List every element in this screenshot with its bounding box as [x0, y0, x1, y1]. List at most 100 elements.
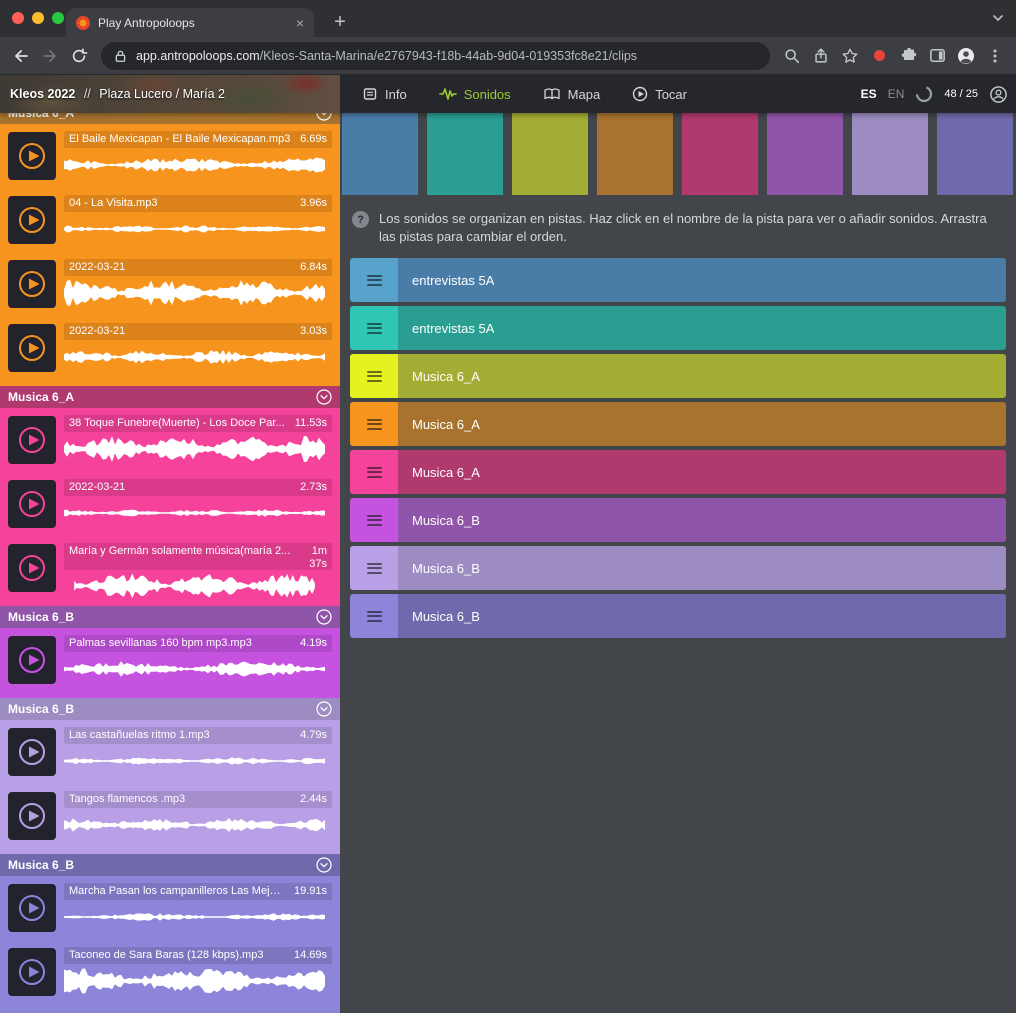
track-section-label[interactable]: Musica 6_A — [8, 113, 74, 120]
recording-indicator-icon[interactable] — [868, 45, 890, 67]
clip-play-button[interactable] — [8, 636, 56, 684]
section-collapse-chevron-icon[interactable] — [316, 857, 332, 873]
track-name[interactable]: Musica 6_B — [412, 561, 480, 576]
track-name[interactable]: Musica 6_A — [412, 417, 480, 432]
track-section-label[interactable]: Musica 6_B — [8, 610, 74, 624]
clip-play-button[interactable] — [8, 792, 56, 840]
share-icon[interactable] — [810, 45, 832, 67]
track-section-header[interactable]: Musica 6_A — [0, 386, 340, 408]
breadcrumb[interactable]: Kleos 2022 // Plaza Lucero / María 2 — [0, 75, 340, 113]
track-color-swatch[interactable] — [512, 113, 588, 195]
clip-row[interactable]: Las castañuelas ritmo 1.mp34.79s — [0, 720, 340, 784]
clip-play-button[interactable] — [8, 544, 56, 592]
track-row[interactable]: Musica 6_A — [350, 450, 1006, 494]
clip-row[interactable]: 2022-03-213.03s — [0, 316, 340, 380]
track-bar[interactable]: entrevistas 5A — [398, 258, 1006, 302]
close-window-button[interactable] — [12, 12, 24, 24]
section-collapse-chevron-icon[interactable] — [316, 113, 332, 121]
track-section-header[interactable]: Musica 6_B — [0, 854, 340, 876]
track-drag-handle[interactable] — [350, 402, 398, 446]
track-row[interactable]: Musica 6_A — [350, 354, 1006, 398]
track-color-swatch[interactable] — [937, 113, 1013, 195]
tab-info[interactable]: Info — [362, 86, 407, 102]
reload-icon[interactable] — [68, 45, 90, 67]
tab-mapa[interactable]: Mapa — [543, 87, 601, 102]
clip-row[interactable]: El Baile Mexicapan - El Baile Mexicapan.… — [0, 124, 340, 188]
track-drag-handle[interactable] — [350, 258, 398, 302]
track-color-swatch[interactable] — [597, 113, 673, 195]
track-section-label[interactable]: Musica 6_B — [8, 702, 74, 716]
clip-play-button[interactable] — [8, 948, 56, 996]
track-section-header[interactable]: Musica 6_B — [0, 606, 340, 628]
track-bar[interactable]: Musica 6_A — [398, 402, 1006, 446]
back-icon[interactable] — [10, 45, 32, 67]
track-bar[interactable]: entrevistas 5A — [398, 306, 1006, 350]
track-drag-handle[interactable] — [350, 594, 398, 638]
track-drag-handle[interactable] — [350, 306, 398, 350]
clip-play-button[interactable] — [8, 260, 56, 308]
user-account-icon[interactable] — [989, 85, 1008, 104]
track-section-header[interactable]: Musica 6_A — [0, 113, 340, 124]
clip-row[interactable]: María y Germán solamente música(maría 2.… — [0, 536, 340, 600]
track-name[interactable]: Musica 6_A — [412, 465, 480, 480]
track-drag-handle[interactable] — [350, 450, 398, 494]
clip-play-button[interactable] — [8, 728, 56, 776]
track-color-swatch[interactable] — [767, 113, 843, 195]
clip-row[interactable]: 38 Toque Funebre(Muerte) - Los Doce Par.… — [0, 408, 340, 472]
clip-play-button[interactable] — [8, 884, 56, 932]
clip-play-button[interactable] — [8, 480, 56, 528]
new-tab-button[interactable]: + — [328, 8, 352, 36]
track-name[interactable]: Musica 6_B — [412, 609, 480, 624]
tab-tocar[interactable]: Tocar — [632, 86, 687, 102]
breadcrumb-page[interactable]: Plaza Lucero / María 2 — [99, 87, 225, 101]
track-bar[interactable]: Musica 6_B — [398, 546, 1006, 590]
track-section-label[interactable]: Musica 6_B — [8, 858, 74, 872]
track-bar[interactable]: Musica 6_B — [398, 594, 1006, 638]
clip-row[interactable]: Palmas sevillanas 160 bpm mp3.mp34.19s — [0, 628, 340, 692]
clip-row[interactable]: Marcha Pasan los campanilleros Las Mejor… — [0, 876, 340, 940]
track-row[interactable]: Musica 6_A — [350, 402, 1006, 446]
clip-row[interactable]: 2022-03-216.84s — [0, 252, 340, 316]
track-color-swatch[interactable] — [852, 113, 928, 195]
track-bar[interactable]: Musica 6_A — [398, 354, 1006, 398]
lang-es-button[interactable]: ES — [861, 87, 877, 101]
clip-row[interactable]: Tangos flamencos .mp32.44s — [0, 784, 340, 848]
clip-play-button[interactable] — [8, 132, 56, 180]
breadcrumb-project[interactable]: Kleos 2022 — [10, 87, 75, 101]
clip-play-button[interactable] — [8, 416, 56, 464]
track-bar[interactable]: Musica 6_B — [398, 498, 1006, 542]
clip-play-button[interactable] — [8, 196, 56, 244]
track-name[interactable]: Musica 6_B — [412, 513, 480, 528]
track-row[interactable]: Musica 6_B — [350, 594, 1006, 638]
track-bar[interactable]: Musica 6_A — [398, 450, 1006, 494]
tab-search-chevron-icon[interactable] — [990, 10, 1006, 31]
track-color-swatch[interactable] — [427, 113, 503, 195]
track-color-swatch[interactable] — [342, 113, 418, 195]
side-panel-icon[interactable] — [926, 45, 948, 67]
tab-close-icon[interactable]: × — [296, 16, 304, 30]
track-name[interactable]: entrevistas 5A — [412, 273, 494, 288]
zoom-icon[interactable] — [781, 45, 803, 67]
track-color-swatch[interactable] — [682, 113, 758, 195]
track-name[interactable]: entrevistas 5A — [412, 321, 494, 336]
section-collapse-chevron-icon[interactable] — [316, 701, 332, 717]
track-row[interactable]: entrevistas 5A — [350, 258, 1006, 302]
clip-row[interactable]: 04 - La Visita.mp33.96s — [0, 188, 340, 252]
profile-avatar-icon[interactable] — [955, 45, 977, 67]
track-drag-handle[interactable] — [350, 498, 398, 542]
minimize-window-button[interactable] — [32, 12, 44, 24]
clip-row[interactable]: 2022-03-212.73s — [0, 472, 340, 536]
maximize-window-button[interactable] — [52, 12, 64, 24]
section-collapse-chevron-icon[interactable] — [316, 609, 332, 625]
browser-tab[interactable]: Play Antropoloops × — [66, 8, 314, 37]
track-section-label[interactable]: Musica 6_A — [8, 390, 74, 404]
clip-play-button[interactable] — [8, 324, 56, 372]
section-collapse-chevron-icon[interactable] — [316, 389, 332, 405]
tab-sonidos[interactable]: Sonidos — [439, 87, 511, 102]
url-bar[interactable]: app.antropoloops.com/Kleos-Santa-Marina/… — [101, 42, 770, 70]
extensions-puzzle-icon[interactable] — [897, 45, 919, 67]
track-drag-handle[interactable] — [350, 546, 398, 590]
track-section-header[interactable]: Musica 6_B — [0, 698, 340, 720]
browser-menu-icon[interactable] — [984, 45, 1006, 67]
lang-en-button[interactable]: EN — [888, 87, 905, 101]
